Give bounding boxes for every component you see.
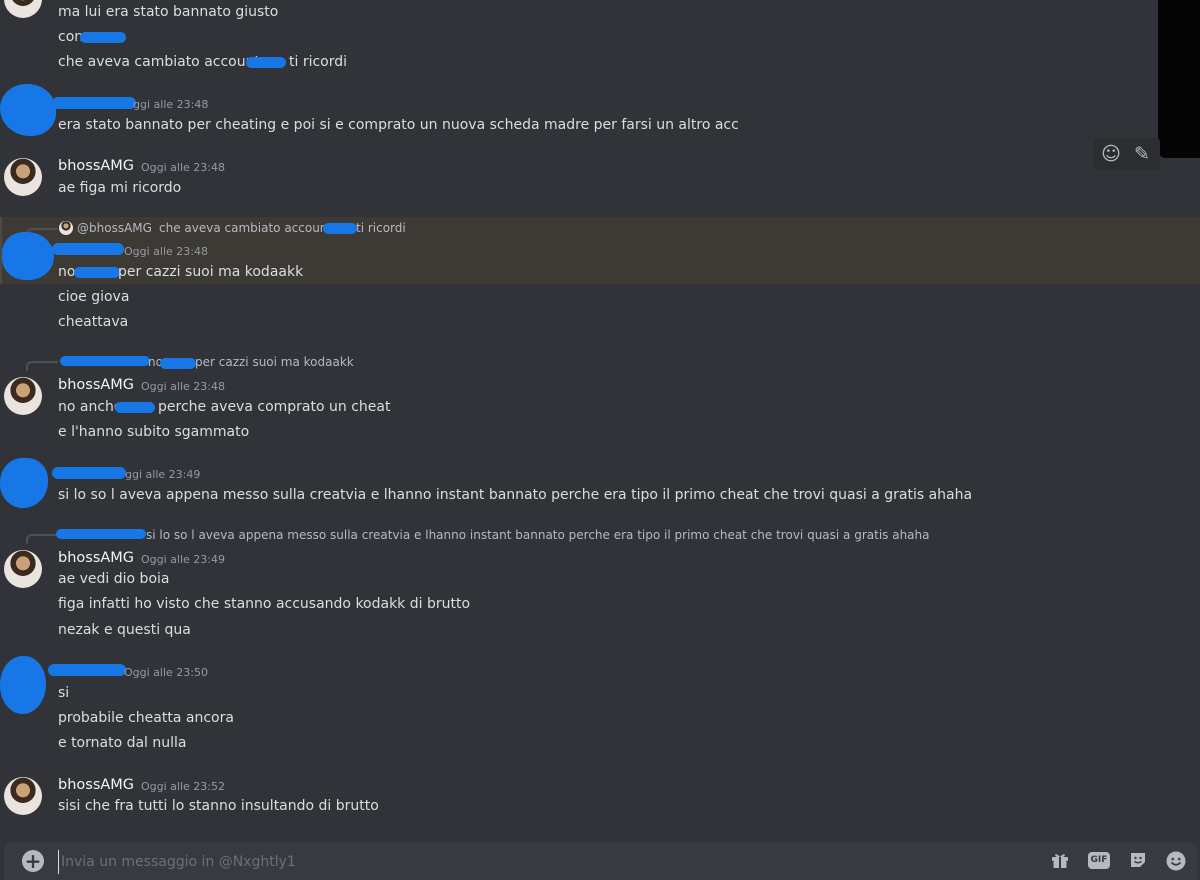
avatar[interactable] (4, 550, 42, 588)
plus-circle-icon[interactable]: + (22, 850, 44, 872)
redaction-mark (115, 402, 155, 413)
message-line: cioe giova (58, 289, 130, 305)
reply-connector (26, 361, 58, 371)
message-line: ti ricordi (289, 54, 348, 70)
message-timestamp: ggi alle 23:49 (125, 468, 201, 481)
username[interactable]: bhossAMG (58, 376, 134, 394)
message-timestamp: Oggi alle 23:48 (141, 380, 225, 393)
message-line: era stato bannato per cheating e poi si … (58, 117, 739, 133)
reply-preview[interactable]: si lo so l aveva appena messo sulla crea… (146, 527, 930, 543)
message-input[interactable] (58, 850, 963, 874)
redacted-username (52, 97, 136, 109)
reply-avatar (59, 221, 73, 235)
message-line: e tornato dal nulla (58, 735, 187, 751)
avatar[interactable] (4, 158, 42, 196)
message-line: si (58, 685, 70, 701)
message-hover-toolbar: ☺ ✎ (1094, 138, 1160, 170)
redacted-username (52, 243, 124, 255)
message-line: ma lui era stato bannato giusto (58, 4, 279, 20)
message-line: perche aveva comprato un cheat (158, 399, 391, 415)
username[interactable]: bhossAMG (58, 549, 134, 567)
redacted-username (52, 467, 126, 479)
message-line: cheattava (58, 314, 129, 330)
message-line: si lo so l aveva appena messo sulla crea… (58, 487, 973, 503)
redacted-avatar (0, 458, 48, 508)
chat-messages: ma lui era stato bannato giusto con che … (0, 0, 1200, 840)
redaction-mark (160, 358, 196, 369)
sticker-icon[interactable] (1126, 850, 1150, 872)
message-timestamp: Oggi alle 23:49 (141, 553, 225, 566)
emoji-icon[interactable] (1164, 850, 1188, 872)
redaction-mark (80, 32, 126, 43)
redaction-mark (74, 267, 120, 278)
username[interactable]: bhossAMG (58, 157, 134, 175)
message-line: ae vedi dio boia (58, 571, 170, 587)
message-timestamp: Oggi alle 23:48 (141, 161, 225, 174)
reply-preview[interactable]: che aveva cambiato account (159, 220, 332, 236)
gif-icon[interactable]: GIF (1088, 852, 1110, 869)
message-line: ae figa mi ricordo (58, 180, 182, 196)
message-line: probabile cheatta ancora (58, 710, 234, 726)
message-timestamp: Oggi alle 23:50 (124, 666, 208, 679)
redacted-avatar (0, 84, 56, 136)
redaction-mark (246, 57, 286, 68)
message-timestamp: Oggi alle 23:52 (141, 780, 225, 793)
redacted-avatar (2, 232, 54, 280)
redacted-username (48, 664, 126, 676)
add-reaction-icon[interactable]: ☺ (1100, 143, 1122, 165)
avatar[interactable] (4, 377, 42, 415)
reply-preview[interactable]: per cazzi suoi ma kodaakk (195, 354, 354, 370)
message-line: sisi che fra tutti lo stanno insultando … (58, 798, 379, 814)
message-timestamp: Oggi alle 23:48 (124, 245, 208, 258)
gift-icon[interactable] (1048, 850, 1072, 872)
message-line: che aveva cambiato account (58, 54, 260, 70)
message-timestamp: ggi alle 23:48 (133, 98, 209, 111)
avatar[interactable] (4, 0, 42, 18)
redacted-avatar (0, 656, 46, 714)
username[interactable]: bhossAMG (58, 776, 134, 794)
avatar[interactable] (4, 777, 42, 815)
reply-connector (26, 534, 58, 544)
message-line: e l'hanno subito sgammato (58, 424, 250, 440)
reply-preview[interactable]: ti ricordi (356, 220, 406, 236)
redacted-reply-user (60, 356, 150, 366)
message-line: figa infatti ho visto che stanno accusan… (58, 596, 471, 612)
reply-username[interactable]: @bhossAMG (77, 220, 152, 236)
message-line: nezak e questi qua (58, 622, 191, 638)
message-line: no (58, 264, 76, 280)
redacted-reply-user (56, 529, 146, 539)
message-line: per cazzi suoi ma kodaakk (118, 264, 304, 280)
redaction-mark (323, 223, 357, 234)
overlay-panel (1158, 0, 1200, 158)
message-composer: + GIF (4, 842, 1198, 880)
pencil-icon[interactable]: ✎ (1131, 143, 1153, 165)
message-line: no anche (58, 399, 123, 415)
